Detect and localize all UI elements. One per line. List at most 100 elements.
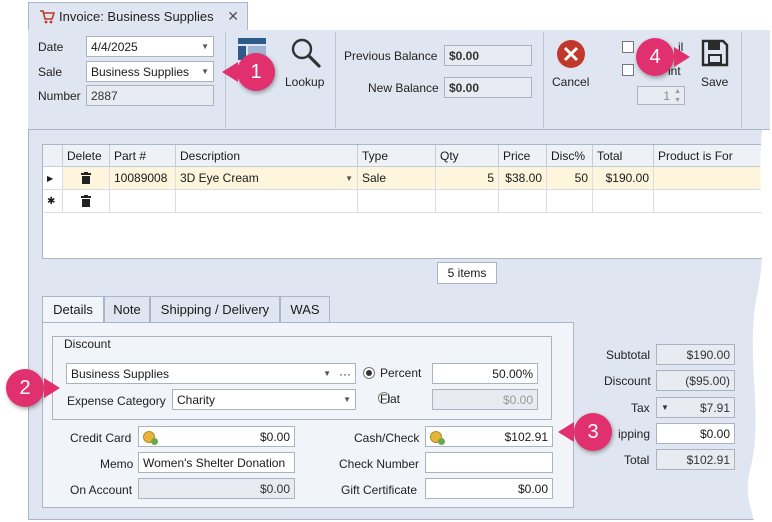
- column-header-qty[interactable]: Qty: [436, 145, 499, 167]
- new-cell-part[interactable]: [110, 190, 176, 213]
- chevron-down-icon[interactable]: ▼: [201, 42, 209, 51]
- cell-disc[interactable]: 50: [547, 167, 593, 190]
- email-checkbox[interactable]: [622, 41, 634, 53]
- on-account-value: $0.00: [259, 481, 290, 496]
- new-cell-type[interactable]: [358, 190, 436, 213]
- cart-icon: [40, 9, 55, 23]
- tab-was[interactable]: WAS: [280, 296, 330, 322]
- column-header-total[interactable]: Total: [593, 145, 654, 167]
- discount-total-label: Discount: [604, 374, 651, 388]
- new-cell-qty[interactable]: [436, 190, 499, 213]
- divider: [335, 32, 336, 128]
- row-selector-icon[interactable]: ▶: [43, 167, 63, 190]
- column-header-delete[interactable]: Delete: [63, 145, 110, 167]
- callout-pointer: [674, 47, 690, 67]
- new-cell-price[interactable]: [499, 190, 547, 213]
- total-label: Total: [624, 453, 650, 467]
- callout-pointer: [44, 378, 60, 398]
- cell-description[interactable]: 3D Eye Cream ▼: [176, 167, 358, 190]
- tax-field[interactable]: ▼ $7.91: [656, 397, 735, 418]
- search-icon[interactable]: [290, 37, 322, 69]
- callout-2: 2: [6, 369, 44, 407]
- subtotal-value: $190.00: [686, 347, 730, 362]
- cell-type[interactable]: Sale: [358, 167, 436, 190]
- cash-check-field[interactable]: $102.91: [425, 426, 553, 447]
- close-icon[interactable]: ✕: [227, 8, 239, 25]
- column-header-disc[interactable]: Disc%: [547, 145, 593, 167]
- divider: [543, 32, 544, 128]
- chevron-down-icon[interactable]: ▼: [343, 395, 351, 404]
- row-header: [43, 145, 63, 167]
- tab-details[interactable]: Details: [42, 296, 104, 322]
- gift-certificate-field[interactable]: $0.00: [425, 478, 553, 499]
- expense-category-select[interactable]: Charity ▼: [172, 389, 356, 410]
- chevron-down-icon[interactable]: ▼: [345, 174, 353, 183]
- copies-stepper[interactable]: 1 ▲ ▼: [637, 86, 685, 105]
- column-header-price[interactable]: Price: [499, 145, 547, 167]
- cancel-icon[interactable]: [556, 39, 586, 69]
- percent-value: 50.00%: [492, 366, 533, 381]
- discount-total-field: ($95.00): [656, 370, 735, 391]
- description-value: 3D Eye Cream: [180, 171, 259, 185]
- shipping-field[interactable]: $0.00: [656, 423, 735, 444]
- credit-card-field[interactable]: $0.00: [138, 426, 295, 447]
- tab-shipping-delivery[interactable]: Shipping / Delivery: [150, 296, 280, 322]
- on-account-field: $0.00: [138, 478, 295, 499]
- check-number-label: Check Number: [339, 457, 420, 471]
- coin-icon[interactable]: [430, 430, 445, 445]
- column-header-description[interactable]: Description: [176, 145, 358, 167]
- column-header-type[interactable]: Type: [358, 145, 436, 167]
- discount-source-select[interactable]: Business Supplies ▼ ···: [66, 363, 356, 384]
- new-balance-field: $0.00: [444, 77, 532, 98]
- expense-category-value: Charity: [177, 392, 216, 407]
- new-row-icon: ✱: [43, 190, 63, 213]
- invoice-tab[interactable]: Invoice: Business Supplies ✕: [28, 2, 248, 30]
- delete-row-button[interactable]: [63, 190, 110, 213]
- chevron-down-icon[interactable]: ▼: [323, 369, 331, 378]
- delete-row-button[interactable]: [63, 167, 110, 190]
- flat-label: Flat: [380, 392, 401, 406]
- date-value: 4/4/2025: [91, 39, 138, 54]
- credit-card-value: $0.00: [259, 429, 290, 444]
- date-field[interactable]: 4/4/2025 ▼: [86, 36, 214, 57]
- tax-label: Tax: [631, 401, 650, 415]
- save-label[interactable]: Save: [701, 75, 728, 89]
- date-label: Date: [38, 40, 64, 54]
- ellipsis-icon[interactable]: ···: [339, 367, 351, 381]
- tab-note[interactable]: Note: [104, 296, 150, 322]
- flat-value: $0.00: [502, 392, 533, 407]
- lookup-label[interactable]: Lookup: [285, 75, 324, 89]
- percent-radio[interactable]: [363, 367, 375, 379]
- flat-input: $0.00: [432, 389, 538, 410]
- cash-check-label: Cash/Check: [354, 431, 420, 445]
- previous-balance-value: $0.00: [449, 48, 480, 63]
- callout-1: 1: [237, 53, 275, 91]
- tax-value: $7.91: [699, 400, 730, 415]
- new-balance-value: $0.00: [449, 80, 480, 95]
- stepper-arrows-icon[interactable]: ▲ ▼: [674, 87, 681, 105]
- column-header-part[interactable]: Part #: [110, 145, 176, 167]
- save-icon[interactable]: [701, 39, 729, 67]
- percent-input[interactable]: 50.00%: [432, 363, 538, 384]
- chevron-down-icon[interactable]: ▼: [661, 403, 669, 412]
- number-field: 2887: [86, 85, 214, 106]
- credit-card-label: Credit Card: [70, 431, 132, 445]
- print-checkbox[interactable]: [622, 64, 634, 76]
- new-cell-disc[interactable]: [547, 190, 593, 213]
- item-count: 5 items: [437, 262, 497, 284]
- coin-icon[interactable]: [143, 430, 158, 445]
- chevron-down-icon[interactable]: ▼: [201, 67, 209, 76]
- check-number-field[interactable]: [425, 452, 553, 473]
- cell-qty[interactable]: 5: [436, 167, 499, 190]
- new-cell-description[interactable]: [176, 190, 358, 213]
- sale-value: Business Supplies: [91, 64, 190, 79]
- cell-price[interactable]: $38.00: [499, 167, 547, 190]
- memo-field[interactable]: Women's Shelter Donation: [138, 452, 295, 473]
- shipping-value: $0.00: [699, 426, 730, 441]
- sale-select[interactable]: Business Supplies ▼: [86, 61, 214, 82]
- cancel-label[interactable]: Cancel: [552, 75, 589, 89]
- discount-legend: Discount: [60, 337, 115, 351]
- sale-label: Sale: [38, 65, 63, 79]
- on-account-label: On Account: [70, 483, 133, 497]
- cell-part[interactable]: 10089008: [110, 167, 176, 190]
